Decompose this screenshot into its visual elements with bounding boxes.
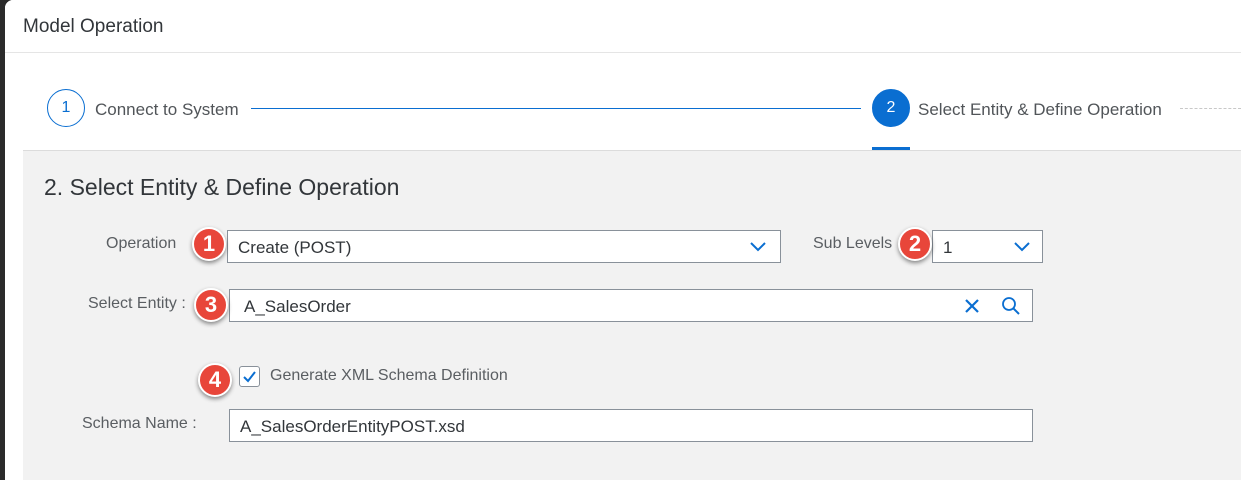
generate-xsd-label[interactable]: Generate XML Schema Definition [270, 367, 508, 385]
operation-select[interactable]: Create (POST) [227, 230, 781, 263]
wizard-progress-bar: 1 Connect to System 2 Select Entity & De… [5, 53, 1241, 150]
annotation-badge-2: 2 [898, 227, 932, 261]
annotation-badge-2-number: 2 [908, 231, 922, 256]
chevron-down-icon[interactable] [1013, 239, 1031, 253]
schema-name-label: Schema Name : [82, 415, 197, 432]
annotation-badge-3: 3 [194, 288, 228, 322]
section-title: 2. Select Entity & Define Operation [44, 174, 400, 200]
wizard-step-1-circle[interactable]: 1 [47, 89, 85, 127]
wizard-step-2-number: 2 [886, 99, 896, 116]
sub-levels-select-value: 1 [943, 238, 953, 257]
generate-xsd-checkbox[interactable] [239, 366, 260, 387]
schema-name-value: A_SalesOrderEntityPOST.xsd [240, 417, 465, 436]
annotation-badge-3-number: 3 [204, 292, 218, 317]
chevron-down-icon[interactable] [749, 239, 767, 253]
select-entity-input[interactable]: A_SalesOrder [229, 289, 1033, 322]
wizard-step-connector [251, 108, 861, 109]
dialog-title: Model Operation [23, 16, 164, 37]
operation-label: Operation [106, 235, 177, 252]
select-entity-value: A_SalesOrder [244, 297, 351, 316]
close-icon[interactable] [962, 296, 982, 316]
wizard-step-2-circle[interactable]: 2 [872, 89, 910, 127]
annotation-badge-4-number: 4 [208, 367, 222, 392]
select-entity-label: Select Entity : [88, 295, 186, 312]
schema-name-input[interactable]: A_SalesOrderEntityPOST.xsd [229, 409, 1033, 442]
annotation-badge-1: 1 [192, 227, 226, 261]
wizard-step-1-number: 1 [61, 99, 71, 116]
operation-select-value: Create (POST) [238, 238, 352, 257]
annotation-badge-1-number: 1 [202, 231, 216, 256]
wizard-step-2-label[interactable]: Select Entity & Define Operation [918, 100, 1162, 120]
wizard-step-1-label[interactable]: Connect to System [95, 100, 239, 120]
model-operation-dialog: Model Operation 1 Connect to System 2 Se… [5, 0, 1241, 480]
dialog-header: Model Operation [5, 0, 1241, 53]
sub-levels-label: Sub Levels [813, 235, 893, 252]
annotation-badge-4: 4 [198, 363, 232, 397]
search-icon[interactable] [1000, 295, 1022, 317]
sub-levels-select[interactable]: 1 [932, 230, 1043, 263]
wizard-next-step-connector [1180, 108, 1241, 109]
step-content-panel: 2. Select Entity & Define Operation Oper… [23, 150, 1241, 480]
checkmark-icon [243, 371, 256, 383]
